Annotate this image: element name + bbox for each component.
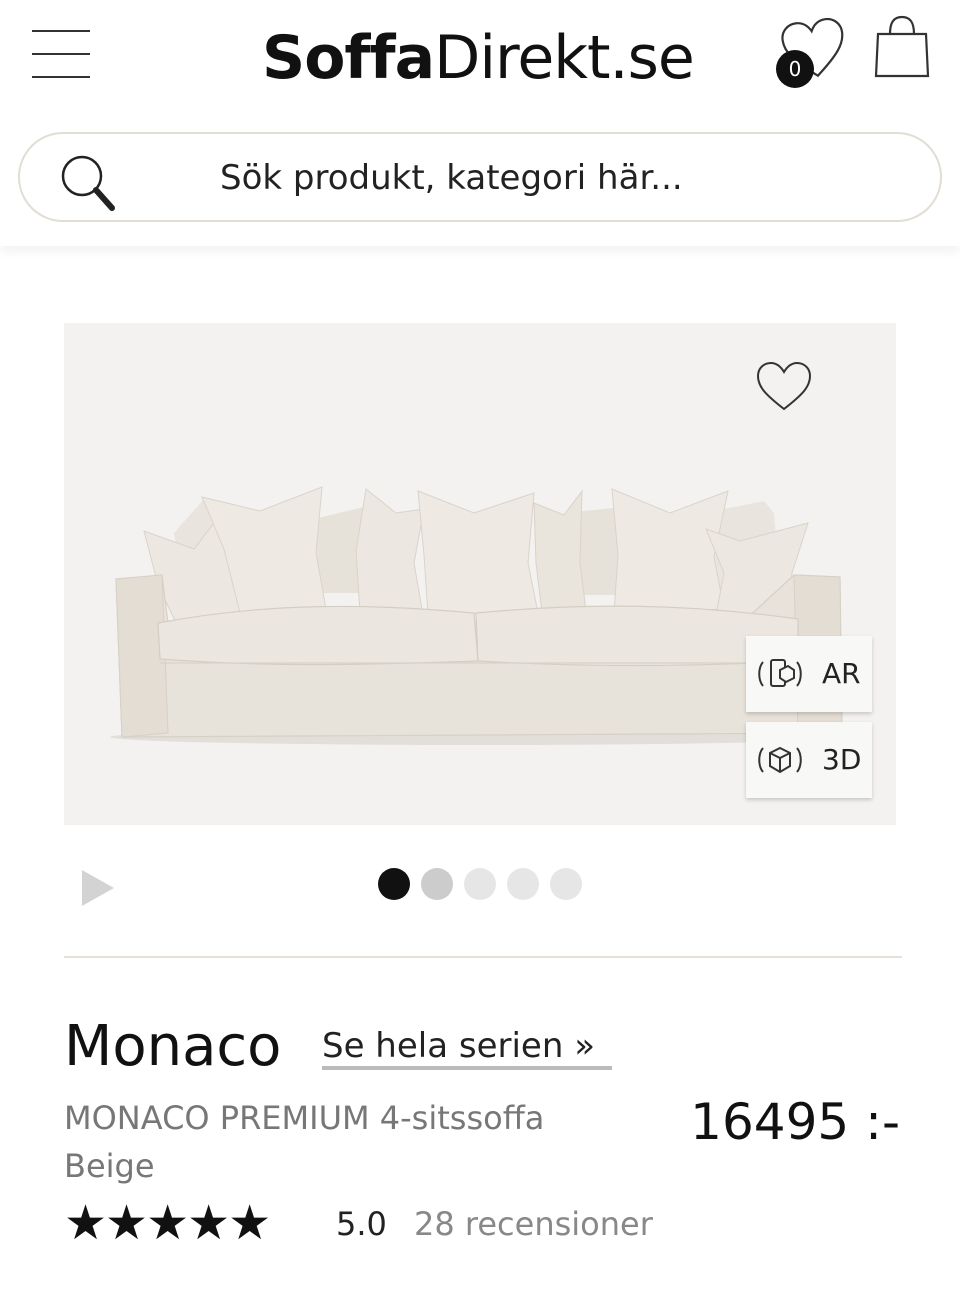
carousel-dot[interactable] [421,868,453,900]
carousel-dots [378,868,588,902]
site-logo[interactable]: SoffaDirekt.se [262,18,702,98]
menu-line [32,76,90,78]
logo-rest-text: Direkt.se [434,23,695,93]
3d-view-label: 3D [822,743,862,776]
hamburger-menu-button[interactable] [32,30,90,80]
menu-line [32,53,90,55]
reviews-link[interactable]: 28 recensioner [414,1204,714,1244]
rating-stars: ★★★★★ [64,1195,271,1251]
product-name: MONACO PREMIUM 4-sitssoffa [64,1099,545,1137]
product-title: Monaco [64,1014,282,1079]
site-header: SoffaDirekt.se 0 [0,0,960,246]
play-video-button[interactable] [78,866,118,910]
carousel-dot[interactable] [550,868,582,900]
carousel-dot[interactable] [507,868,539,900]
divider [64,956,902,958]
carousel-dot[interactable] [378,868,410,900]
wishlist-button[interactable]: 0 [772,18,852,88]
search-bar[interactable] [18,132,942,222]
product-image-gallery[interactable]: AR 3D [64,323,896,825]
play-icon [82,870,114,906]
view-series-link[interactable]: Se hela serien » [322,1024,612,1070]
ar-view-button[interactable]: AR [746,636,872,712]
cart-button[interactable] [872,14,932,80]
menu-line [32,30,90,32]
carousel-dot[interactable] [464,868,496,900]
3d-cube-icon [758,746,802,774]
rating-value: 5.0 [336,1205,387,1243]
logo-bold-text: Soffa [262,23,435,93]
ar-view-label: AR [822,657,861,690]
product-price: 16495 :- [690,1093,900,1151]
product-color: Beige [64,1147,155,1185]
search-input[interactable] [220,152,840,204]
ar-phone-icon [758,659,802,687]
wishlist-count-badge: 0 [776,50,814,88]
3d-view-button[interactable]: 3D [746,722,872,798]
shopping-bag-icon [874,15,930,78]
search-icon [61,155,115,211]
heart-icon [756,361,812,411]
product-subtitle: MONACO PREMIUM 4-sitssoffa Beige [64,1094,624,1190]
add-to-favorites-button[interactable] [754,359,814,415]
